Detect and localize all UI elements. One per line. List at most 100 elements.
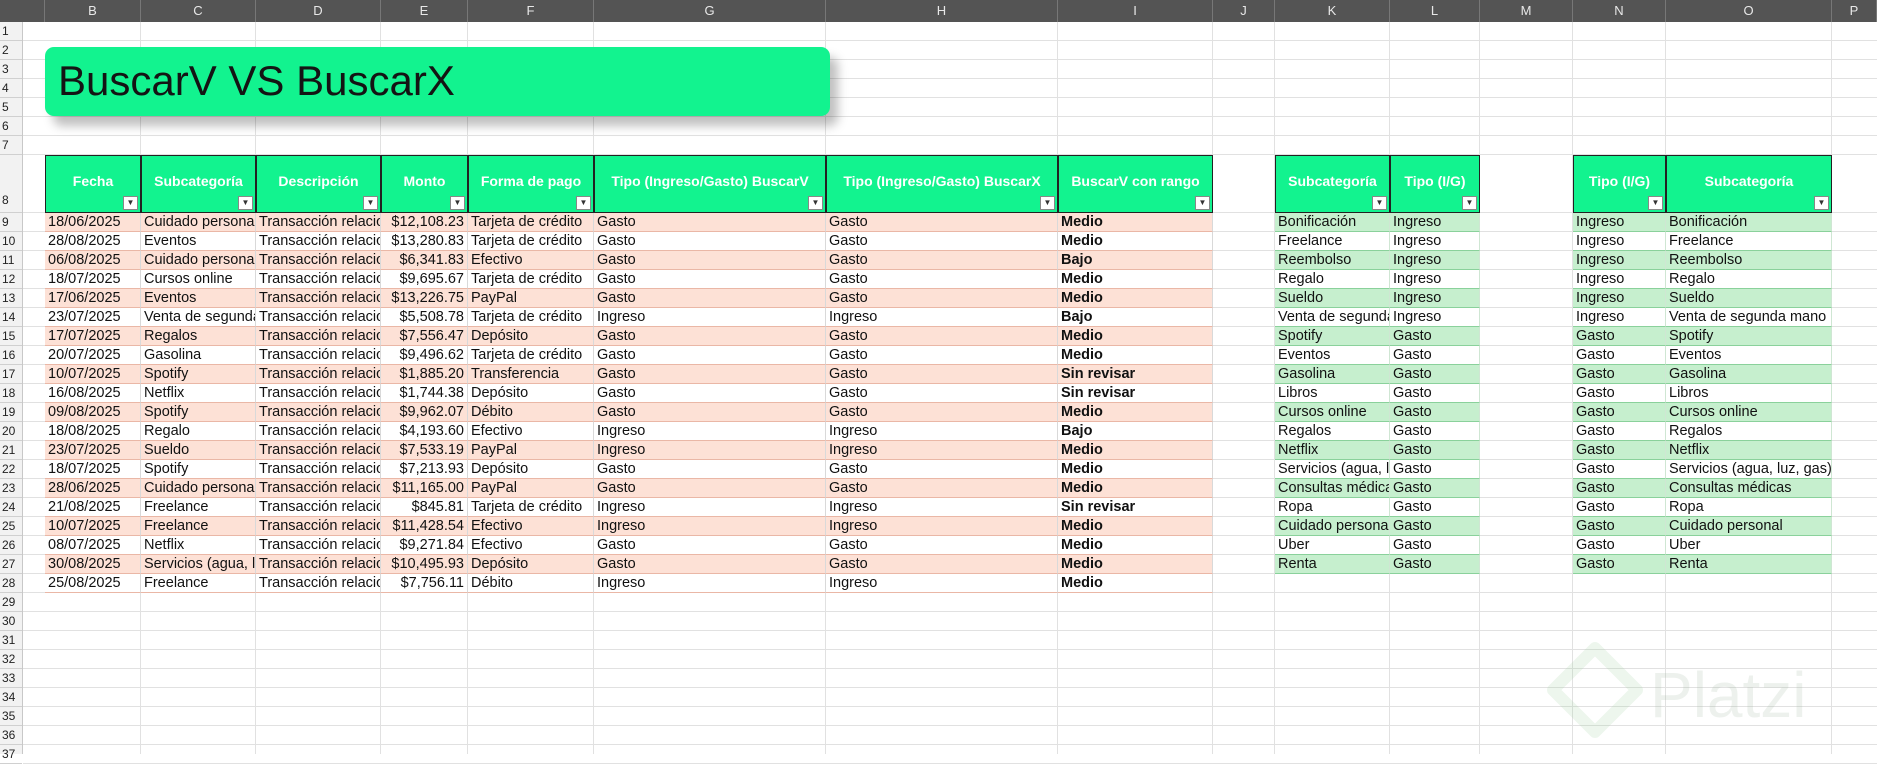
- table-cell[interactable]: Gasto: [594, 289, 826, 308]
- table-header[interactable]: Tipo (Ingreso/Gasto) BuscarV ▼: [594, 155, 826, 213]
- table-cell[interactable]: Medio: [1058, 346, 1213, 365]
- table-cell[interactable]: Ingreso: [594, 574, 826, 593]
- table-cell[interactable]: Gasto: [594, 536, 826, 555]
- row-header[interactable]: 21: [0, 441, 22, 460]
- table-cell[interactable]: Servicios (agua, luz, gas): [141, 555, 256, 574]
- table-cell[interactable]: Gasto: [1390, 346, 1480, 365]
- table-cell[interactable]: Ropa: [1666, 498, 1832, 517]
- table-cell[interactable]: Cuidado personal: [141, 213, 256, 232]
- table-cell[interactable]: Consultas médicas: [1666, 479, 1832, 498]
- filter-dropdown-icon[interactable]: ▼: [450, 196, 465, 210]
- table-cell[interactable]: $1,744.38: [381, 384, 468, 403]
- table-header[interactable]: Tipo (Ingreso/Gasto) BuscarX ▼: [826, 155, 1058, 213]
- table-cell[interactable]: Transacción relacionada: [256, 365, 381, 384]
- table-cell[interactable]: Transacción relacionada: [256, 555, 381, 574]
- table-cell[interactable]: Regalos: [141, 327, 256, 346]
- table-cell[interactable]: $11,428.54: [381, 517, 468, 536]
- table-cell[interactable]: Ingreso: [594, 308, 826, 327]
- col-header-f[interactable]: F: [468, 0, 594, 22]
- table-cell[interactable]: Ingreso: [826, 422, 1058, 441]
- table-cell[interactable]: 25/08/2025: [45, 574, 141, 593]
- table-cell[interactable]: Ingreso: [1390, 270, 1480, 289]
- col-header-m[interactable]: M: [1480, 0, 1573, 22]
- table-cell[interactable]: $12,108.23: [381, 213, 468, 232]
- table-cell[interactable]: Gasto: [826, 270, 1058, 289]
- table-cell[interactable]: Tarjeta de crédito: [468, 270, 594, 289]
- table-cell[interactable]: Transacción relacionada: [256, 422, 381, 441]
- table-cell[interactable]: Transacción relacionada: [256, 384, 381, 403]
- table-cell[interactable]: Gasto: [1573, 441, 1666, 460]
- table-cell[interactable]: 17/06/2025: [45, 289, 141, 308]
- table-cell[interactable]: Transacción relacionada: [256, 441, 381, 460]
- table-cell[interactable]: Transacción relacionada: [256, 232, 381, 251]
- row-header[interactable]: 13: [0, 289, 22, 308]
- table-cell[interactable]: Freelance: [141, 574, 256, 593]
- table-cell[interactable]: Gasto: [1573, 479, 1666, 498]
- table-cell[interactable]: Sueldo: [1275, 289, 1390, 308]
- table-cell[interactable]: Spotify: [141, 460, 256, 479]
- table-cell[interactable]: Gasto: [1573, 517, 1666, 536]
- table-cell[interactable]: Transacción relacionada: [256, 213, 381, 232]
- table-cell[interactable]: Efectivo: [468, 422, 594, 441]
- table-cell[interactable]: Ingreso: [826, 308, 1058, 327]
- table-cell[interactable]: 18/07/2025: [45, 460, 141, 479]
- table-cell[interactable]: $1,885.20: [381, 365, 468, 384]
- table-cell[interactable]: Gasto: [594, 403, 826, 422]
- table-cell[interactable]: Gasto: [594, 327, 826, 346]
- table-cell[interactable]: PayPal: [468, 479, 594, 498]
- table-cell[interactable]: Transacción relacionada: [256, 517, 381, 536]
- row-header[interactable]: 4: [0, 79, 22, 98]
- row-header[interactable]: 1: [0, 22, 22, 41]
- table-cell[interactable]: 08/07/2025: [45, 536, 141, 555]
- table-cell[interactable]: $9,695.67: [381, 270, 468, 289]
- table-header[interactable]: Tipo (I/G) ▼: [1390, 155, 1480, 213]
- table-cell[interactable]: Depósito: [468, 384, 594, 403]
- table-cell[interactable]: Gasto: [594, 346, 826, 365]
- table-cell[interactable]: Débito: [468, 574, 594, 593]
- table-cell[interactable]: Gasolina: [1275, 365, 1390, 384]
- table-cell[interactable]: Tarjeta de crédito: [468, 498, 594, 517]
- table-cell[interactable]: Regalo: [1666, 270, 1832, 289]
- row-header[interactable]: 2: [0, 41, 22, 60]
- table-cell[interactable]: Libros: [1275, 384, 1390, 403]
- table-cell[interactable]: Venta de segunda mano: [141, 308, 256, 327]
- table-cell[interactable]: Freelance: [141, 517, 256, 536]
- table-cell[interactable]: 23/07/2025: [45, 308, 141, 327]
- row-header[interactable]: 26: [0, 536, 22, 555]
- table-header[interactable]: Forma de pago ▼: [468, 155, 594, 213]
- row-header[interactable]: 10: [0, 232, 22, 251]
- table-cell[interactable]: Cursos online: [1275, 403, 1390, 422]
- table-cell[interactable]: Gasto: [1390, 403, 1480, 422]
- table-cell[interactable]: $10,495.93: [381, 555, 468, 574]
- table-cell[interactable]: Medio: [1058, 289, 1213, 308]
- table-cell[interactable]: Regalos: [1666, 422, 1832, 441]
- table-cell[interactable]: Débito: [468, 403, 594, 422]
- table-cell[interactable]: Medio: [1058, 327, 1213, 346]
- row-header[interactable]: 5: [0, 98, 22, 117]
- table-cell[interactable]: Regalo: [1275, 270, 1390, 289]
- table-cell[interactable]: Medio: [1058, 270, 1213, 289]
- table-cell[interactable]: Gasto: [826, 384, 1058, 403]
- table-cell[interactable]: $5,508.78: [381, 308, 468, 327]
- row-header[interactable]: 6: [0, 117, 22, 136]
- title-banner[interactable]: BuscarV VS BuscarX: [45, 47, 830, 116]
- filter-dropdown-icon[interactable]: ▼: [363, 196, 378, 210]
- table-cell[interactable]: 21/08/2025: [45, 498, 141, 517]
- select-all-corner[interactable]: [0, 0, 45, 22]
- table-cell[interactable]: Ingreso: [594, 422, 826, 441]
- table-cell[interactable]: Gasto: [594, 213, 826, 232]
- table-cell[interactable]: 18/08/2025: [45, 422, 141, 441]
- table-cell[interactable]: Renta: [1275, 555, 1390, 574]
- filter-dropdown-icon[interactable]: ▼: [1040, 196, 1055, 210]
- table-cell[interactable]: Gasto: [826, 289, 1058, 308]
- table-cell[interactable]: $13,280.83: [381, 232, 468, 251]
- table-header[interactable]: BuscarV con rango ▼: [1058, 155, 1213, 213]
- row-header[interactable]: 18: [0, 384, 22, 403]
- table-cell[interactable]: Gasto: [1573, 498, 1666, 517]
- col-header-d[interactable]: D: [256, 0, 381, 22]
- table-cell[interactable]: Gasolina: [141, 346, 256, 365]
- table-cell[interactable]: Uber: [1666, 536, 1832, 555]
- table-cell[interactable]: Gasto: [1573, 384, 1666, 403]
- table-cell[interactable]: Gasto: [826, 232, 1058, 251]
- table-header[interactable]: Descripción ▼: [256, 155, 381, 213]
